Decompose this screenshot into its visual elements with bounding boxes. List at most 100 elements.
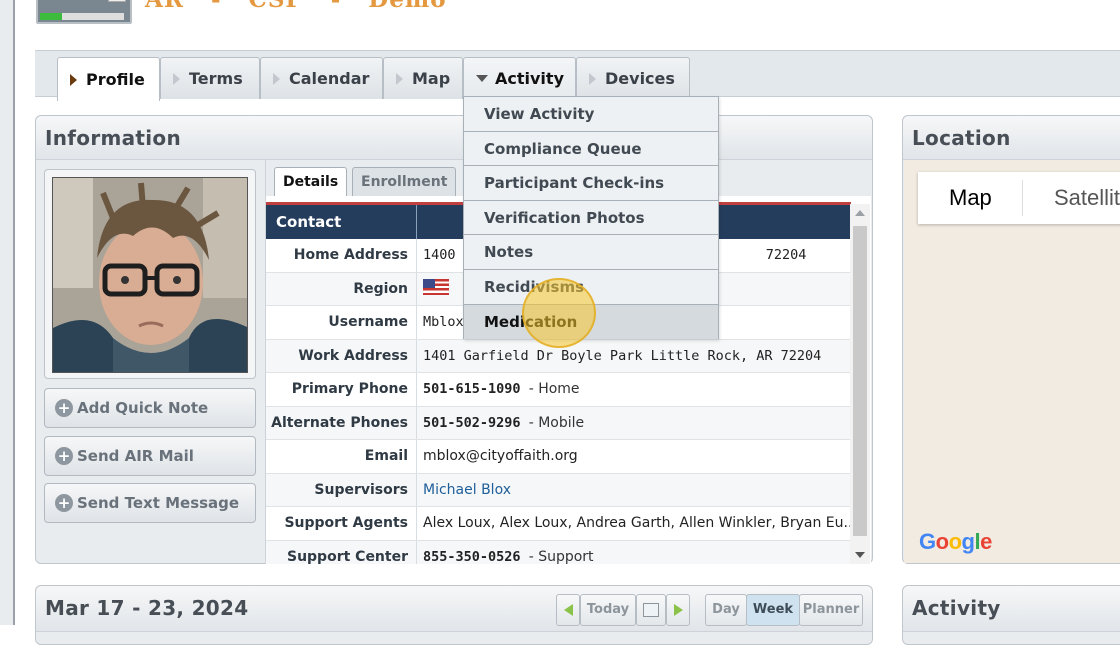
activity-panel: Activity [902, 585, 1120, 645]
header-avatar[interactable] [36, 0, 132, 24]
location-panel: Location Map Satellite Google [902, 115, 1120, 564]
date-picker-button[interactable] [636, 594, 666, 626]
add-quick-note-button[interactable]: + Add Quick Note [44, 388, 256, 428]
subtab-enrollment[interactable]: Enrollment [352, 167, 457, 196]
work-address-label: Work Address [298, 347, 408, 364]
menu-item-recidivisms[interactable]: Recidivisms [464, 269, 718, 305]
support-center-number: 855-350-0526 [423, 548, 521, 565]
primary-phone-number: 501-615-1090 [423, 381, 521, 397]
us-flag-icon [423, 278, 449, 295]
tab-label: Calendar [289, 69, 370, 88]
send-text-message-label: Send Text Message [77, 494, 240, 512]
prev-week-button[interactable] [556, 594, 580, 626]
row-divider [416, 507, 417, 540]
table-row: Support Agents Alex Loux, Alex Loux, And… [266, 507, 857, 541]
table-row: Email mblox@cityoffaith.org [266, 440, 851, 474]
tab-arrow-icon [396, 72, 403, 85]
battery-indicator [40, 13, 124, 20]
send-air-mail-label: Send AIR Mail [77, 447, 194, 465]
tab-arrow-icon [70, 73, 77, 86]
day-view-button[interactable]: Day [705, 594, 747, 626]
scroll-thumb[interactable] [853, 226, 867, 536]
table-row: Primary Phone 501-615-1090 - Home [266, 373, 851, 407]
tab-label: Profile [86, 70, 145, 89]
table-row: Support Center 855-350-0526 - Support [266, 540, 851, 565]
arrow-left-icon [563, 603, 573, 616]
region-value [423, 273, 449, 306]
subtab-details[interactable]: Details [274, 167, 348, 196]
primary-phone-value: 501-615-1090 - Home [423, 373, 580, 406]
menu-item-participant-check-ins[interactable]: Participant Check-ins [464, 166, 718, 201]
today-button[interactable]: Today [580, 594, 636, 626]
menu-item-view-activity[interactable]: View Activity [464, 97, 718, 132]
row-divider [416, 440, 417, 473]
row-divider [416, 306, 417, 339]
primary-phone-label: Primary Phone [291, 381, 408, 397]
home-address-label: Home Address [293, 247, 408, 263]
contact-header-label: Contact [276, 213, 342, 231]
activity-dropdown-menu: View Activity Compliance Queue Participa… [463, 96, 719, 340]
dropdown-arrow-icon [476, 75, 488, 82]
information-title: Information [36, 116, 872, 160]
add-quick-note-label: Add Quick Note [77, 399, 209, 417]
table-row: Work Address 1401 Garfield Dr Boyle Park… [266, 339, 851, 373]
tab-terms[interactable]: Terms [160, 57, 260, 99]
main-tab-bar: Profile Terms Calendar Map Activity Devi… [35, 50, 1120, 101]
work-address-value: 1401 Garfield Dr Boyle Park Little Rock,… [423, 347, 822, 364]
supervisor-link[interactable]: Michael Blox [423, 482, 511, 498]
information-panel: Information + Add Quick Note + Send AIR … [35, 115, 873, 564]
satellite-view-button[interactable]: Satellite [1054, 172, 1120, 224]
next-week-button[interactable] [666, 594, 690, 626]
row-divider [416, 272, 417, 305]
plus-circle-icon: + [55, 447, 73, 465]
details-scrollbar[interactable] [850, 204, 870, 564]
activity-title: Activity [903, 586, 1120, 632]
map-canvas[interactable]: Map Satellite Google [904, 160, 1120, 563]
primary-phone-type: - Home [528, 381, 580, 397]
tab-arrow-icon [589, 72, 596, 85]
tab-devices[interactable]: Devices [576, 57, 690, 99]
tab-label: Devices [605, 69, 675, 88]
support-agents-value: Alex Loux, Alex Loux, Andrea Garth, Alle… [423, 507, 857, 540]
calendar-panel: Mar 17 - 23, 2024 Today Day Week Planner [35, 585, 873, 645]
week-view-button[interactable]: Week [746, 594, 800, 626]
row-divider [416, 373, 417, 406]
menu-item-compliance-queue[interactable]: Compliance Queue [464, 131, 718, 167]
profile-photo[interactable] [52, 177, 248, 373]
planner-view-button[interactable]: Planner [799, 594, 863, 626]
row-divider [416, 339, 417, 372]
alternate-phone-number: 501-502-9296 [423, 414, 521, 431]
menu-item-verification-photos[interactable]: Verification Photos [464, 200, 718, 236]
email-text: mblox@cityoffaith.org [423, 448, 578, 464]
support-agents-text: Alex Loux, Alex Loux, Andrea Garth, Alle… [423, 515, 857, 531]
calendar-icon [643, 602, 659, 617]
send-air-mail-button[interactable]: + Send AIR Mail [44, 436, 256, 476]
plus-circle-icon: + [55, 494, 73, 512]
send-text-message-button[interactable]: + Send Text Message [44, 483, 256, 523]
avatar-menu-button[interactable] [108, 0, 126, 2]
email-value: mblox@cityoffaith.org [423, 440, 578, 473]
scroll-down-icon[interactable] [855, 552, 865, 558]
tab-map[interactable]: Map [383, 57, 463, 99]
support-center-value: 855-350-0526 - Support [423, 541, 594, 565]
plus-circle-icon: + [55, 399, 73, 417]
menu-item-notes[interactable]: Notes [464, 235, 718, 270]
arrow-right-icon [673, 603, 683, 616]
tab-activity[interactable]: Activity [463, 57, 576, 99]
email-label: Email [364, 448, 408, 464]
location-title: Location [903, 116, 1120, 160]
tab-arrow-icon [273, 72, 280, 85]
support-center-type: - Support [528, 548, 594, 565]
tab-arrow-icon [173, 72, 180, 85]
tab-profile[interactable]: Profile [57, 57, 160, 101]
scroll-up-icon[interactable] [855, 210, 865, 216]
support-center-label: Support Center [286, 548, 408, 565]
supervisors-value: Michael Blox [423, 474, 511, 507]
alternate-phone-value: 501-502-9296 - Mobile [423, 407, 584, 440]
profile-photo-frame [44, 169, 256, 379]
map-view-button[interactable]: Map [949, 172, 992, 224]
row-divider [416, 540, 417, 564]
menu-item-medication[interactable]: Medication [464, 304, 718, 340]
alternate-phone-type: - Mobile [528, 414, 585, 431]
tab-calendar[interactable]: Calendar [260, 57, 383, 99]
